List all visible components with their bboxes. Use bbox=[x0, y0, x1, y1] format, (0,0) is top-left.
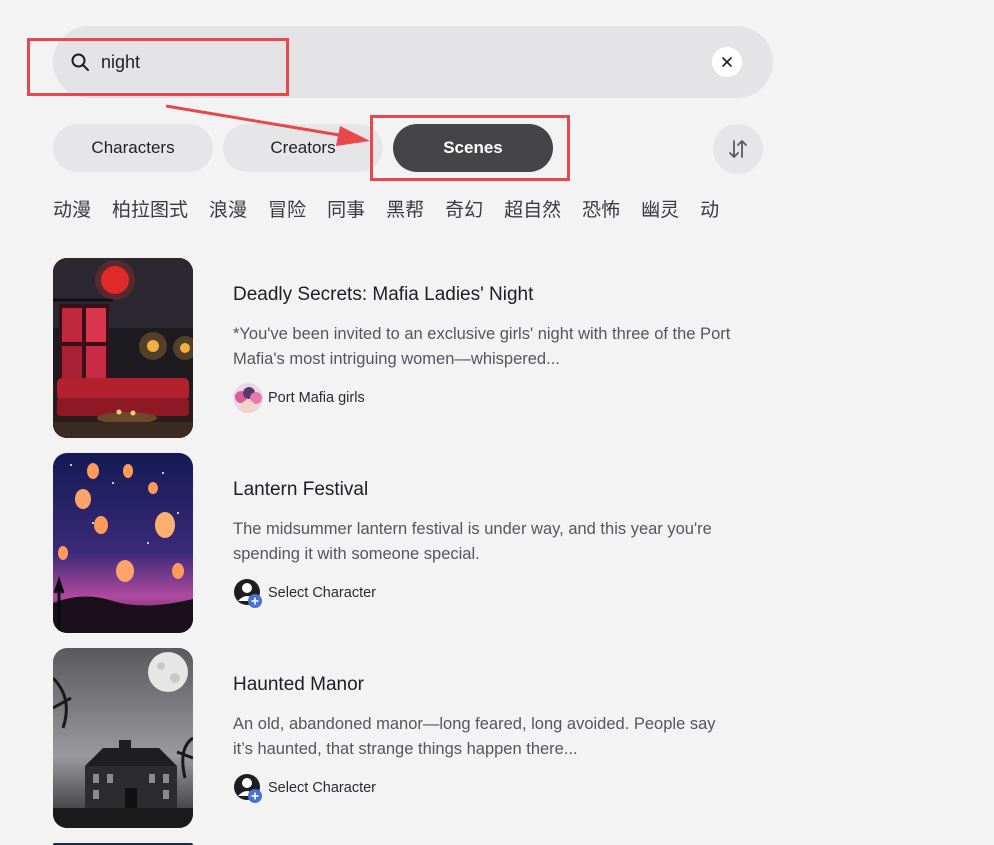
select-character-icon bbox=[233, 578, 263, 608]
search-results-page: Characters Creators Scenes 动漫柏拉图式浪漫冒险同事黑… bbox=[0, 0, 994, 845]
scene-description: *You've been invited to an exclusive gir… bbox=[233, 325, 731, 368]
genre-chip[interactable]: 动 bbox=[700, 197, 719, 225]
genre-chip[interactable]: 超自然 bbox=[504, 197, 561, 225]
group-avatar-icon bbox=[233, 383, 263, 413]
scene-card[interactable]: Deadly Secrets: Mafia Ladies' Night *You… bbox=[53, 258, 753, 438]
genre-chip[interactable]: 黑帮 bbox=[386, 197, 424, 225]
scene-title[interactable]: Deadly Secrets: Mafia Ladies' Night bbox=[233, 284, 533, 306]
scene-thumbnail-mafia-lounge[interactable] bbox=[53, 258, 193, 438]
scene-description: The midsummer lantern festival is under … bbox=[233, 520, 712, 563]
scene-card[interactable]: Haunted Manor An old, abandoned manor—lo… bbox=[53, 648, 753, 828]
genre-chip[interactable]: 柏拉图式 bbox=[112, 197, 188, 225]
genre-chip[interactable]: 同事 bbox=[327, 197, 365, 225]
sort-arrows-icon bbox=[729, 140, 747, 158]
scene-thumbnail-lantern-festival[interactable] bbox=[53, 453, 193, 633]
scene-thumbnail-haunted-manor[interactable] bbox=[53, 648, 193, 828]
genre-chip[interactable]: 奇幻 bbox=[445, 197, 483, 225]
scene-character-link[interactable]: Port Mafia girls bbox=[233, 383, 365, 413]
tab-creators[interactable]: Creators bbox=[223, 124, 383, 172]
genre-chip[interactable]: 冒险 bbox=[268, 197, 306, 225]
scene-character-label: Port Mafia girls bbox=[268, 390, 365, 406]
select-character-label: Select Character bbox=[268, 585, 376, 601]
select-character-button[interactable]: Select Character bbox=[233, 773, 376, 803]
sort-button[interactable] bbox=[713, 124, 763, 174]
genre-chip[interactable]: 幽灵 bbox=[641, 197, 679, 225]
select-character-button[interactable]: Select Character bbox=[233, 578, 376, 608]
scene-description: An old, abandoned manor—long feared, lon… bbox=[233, 715, 716, 758]
select-character-label: Select Character bbox=[268, 780, 376, 796]
genre-filter-row: 动漫 柏拉图式 浪漫 冒险 同事 黑帮 奇幻 超自然 恐怖 幽灵动 bbox=[53, 197, 773, 227]
annotation-box-scenes bbox=[370, 115, 570, 181]
scene-title[interactable]: Lantern Festival bbox=[233, 479, 368, 501]
genre-chip[interactable]: 动漫 bbox=[53, 197, 91, 225]
close-icon bbox=[722, 57, 732, 67]
tab-characters[interactable]: Characters bbox=[53, 124, 213, 172]
genre-chip[interactable]: 浪漫 bbox=[209, 197, 247, 225]
scene-card[interactable]: Lantern Festival The midsummer lantern f… bbox=[53, 453, 753, 633]
clear-search-button[interactable] bbox=[712, 47, 742, 77]
genre-chip[interactable]: 恐怖 bbox=[582, 197, 620, 225]
select-character-icon bbox=[233, 773, 263, 803]
scene-title[interactable]: Haunted Manor bbox=[233, 674, 364, 696]
annotation-box-search bbox=[27, 38, 289, 96]
